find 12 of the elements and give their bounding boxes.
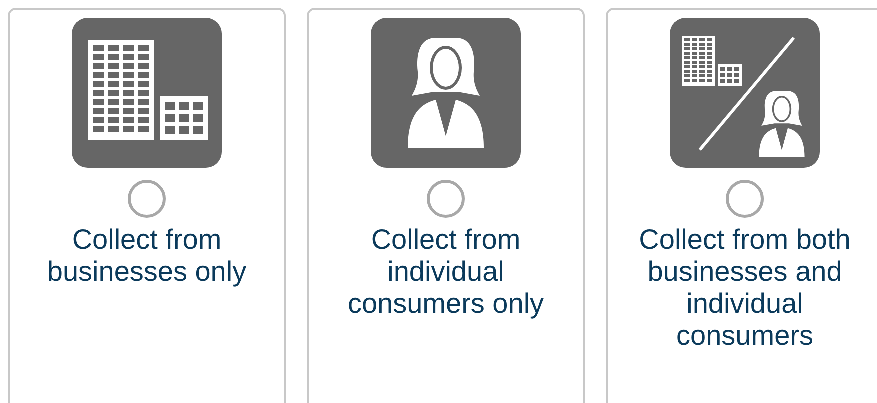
option-label: Collect from individual consumers only [346,224,546,320]
person-icon [371,18,521,168]
radio-button[interactable] [427,180,465,218]
option-label: Collect from businesses only [46,224,248,288]
option-card[interactable]: Collect from individual consumers only [307,8,585,403]
option-card[interactable]: Collect from both businesses and individual consumers [606,8,877,403]
buildings-and-person-icon [670,18,820,168]
option-card[interactable]: Collect from businesses only [8,8,286,403]
radio-button[interactable] [128,180,166,218]
option-label: Collect from both businesses and individual consumers [638,224,852,352]
radio-button[interactable] [726,180,764,218]
office-buildings-icon [72,18,222,168]
